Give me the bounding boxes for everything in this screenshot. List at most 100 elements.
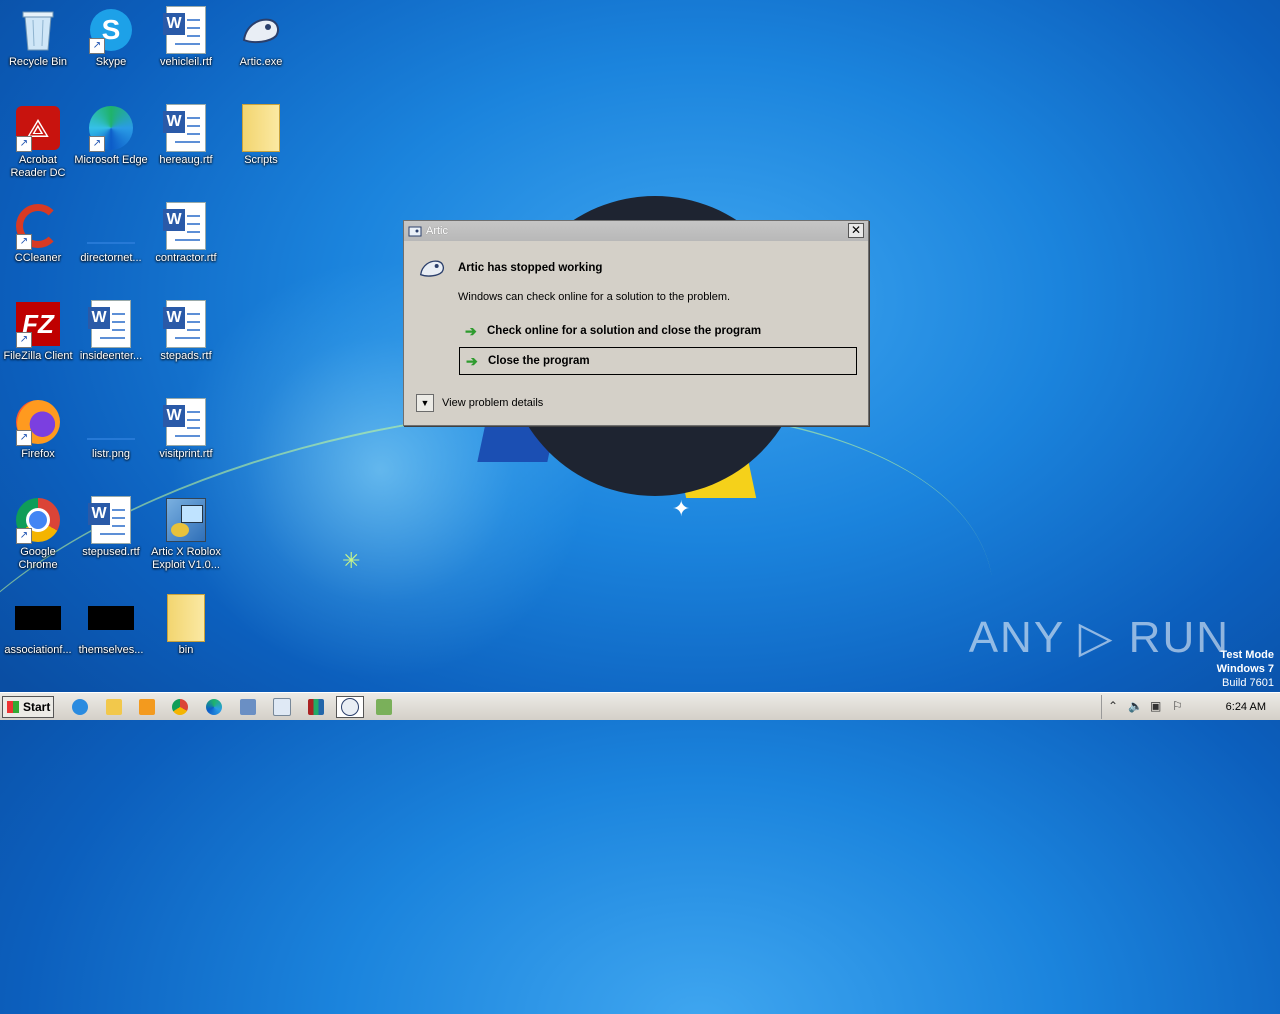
acrobat-icon: ⟁ ↗: [14, 104, 62, 152]
folder-icon: [162, 594, 210, 642]
taskbar: Start ⌃ 🔈 ▣ ⚐ 6:24 AM: [0, 692, 1280, 720]
check-online-label: Check online for a solution and close th…: [487, 325, 762, 337]
network-icon[interactable]: ▣: [1150, 699, 1161, 713]
close-program-option[interactable]: ➔ Close the program: [459, 347, 857, 375]
desktop-icon-insideenter[interactable]: W insideenter...: [73, 300, 149, 363]
desktop-icon-hereaug-rtf[interactable]: W hereaug.rtf: [148, 104, 224, 167]
notepad-icon: [273, 698, 291, 716]
build-label: Build 7601: [1222, 677, 1274, 689]
recycle-bin-icon: [14, 6, 62, 54]
action-center-flag-icon[interactable]: ⚐: [1172, 699, 1183, 713]
dialog-heading: Artic has stopped working: [458, 262, 603, 274]
taskbar-media-player[interactable]: [133, 696, 161, 718]
clock[interactable]: 6:24 AM: [1226, 701, 1266, 713]
check-online-option[interactable]: ➔ Check online for a solution and close …: [459, 317, 857, 345]
windows-logo-icon: [7, 701, 19, 713]
show-hidden-icons-icon[interactable]: ⌃: [1108, 699, 1118, 713]
desktop-icon-skype[interactable]: S ↗ Skype: [73, 6, 149, 69]
close-button[interactable]: ✕: [848, 223, 864, 238]
word-document-icon: W: [162, 300, 210, 348]
internet-explorer-icon: [72, 699, 88, 715]
folder-icon: [106, 699, 122, 715]
chevron-down-icon: ▼: [416, 394, 434, 412]
desktop-icon-google-chrome[interactable]: ↗ Google Chrome: [0, 496, 76, 572]
taskbar-internet-explorer[interactable]: [66, 696, 94, 718]
desktop-icon-filezilla[interactable]: FZ ↗ FileZilla Client: [0, 300, 76, 363]
green-arrow-icon: ➔: [466, 352, 478, 369]
desktop-icon-stepads-rtf[interactable]: W stepads.rtf: [148, 300, 224, 363]
desktop-icon-acrobat-reader[interactable]: ⟁ ↗ Acrobat Reader DC: [0, 104, 76, 180]
os-label: Windows 7: [1216, 663, 1274, 675]
taskbar-edge[interactable]: [200, 696, 228, 718]
chrome-icon: [172, 699, 188, 715]
taskbar-notepad[interactable]: [268, 696, 296, 718]
test-mode-label: Test Mode: [1220, 649, 1274, 661]
word-document-icon: W: [162, 104, 210, 152]
desktop-icon-stepused-rtf[interactable]: W stepused.rtf: [73, 496, 149, 559]
dialog-description: Windows can check online for a solution …: [458, 291, 731, 303]
ccleaner-icon: ↗: [14, 202, 62, 250]
desktop-icon-themselves[interactable]: themselves...: [73, 594, 149, 657]
volume-icon[interactable]: 🔈: [1128, 699, 1143, 713]
desktop-icon-firefox[interactable]: ↗ Firefox: [0, 398, 76, 461]
word-document-icon: W: [162, 6, 210, 54]
word-document-icon: W: [87, 496, 135, 544]
filezilla-icon: FZ ↗: [14, 300, 62, 348]
winrar-icon: [308, 699, 324, 715]
taskbar-explorer[interactable]: [100, 696, 128, 718]
desktop-icon-directornet[interactable]: directornet...: [73, 202, 149, 265]
file-icon: [14, 594, 62, 642]
close-program-label: Close the program: [488, 355, 590, 367]
skype-icon: S ↗: [87, 6, 135, 54]
word-document-icon: W: [162, 398, 210, 446]
system-tray: ⌃ 🔈 ▣ ⚐ 6:24 AM: [1101, 695, 1280, 719]
desktop-icon-ccleaner[interactable]: ↗ CCleaner: [0, 202, 76, 265]
media-player-icon: [139, 699, 155, 715]
folder-icon: [237, 104, 285, 152]
desktop-icon-associationf[interactable]: associationf...: [0, 594, 76, 657]
start-label: Start: [23, 700, 51, 714]
installer-icon: [240, 699, 256, 715]
taskbar-chrome[interactable]: [166, 696, 194, 718]
word-document-icon: W: [87, 300, 135, 348]
desktop-icon-vehicleil-rtf[interactable]: W vehicleil.rtf: [148, 6, 224, 69]
desktop-icon-microsoft-edge[interactable]: ↗ Microsoft Edge: [73, 104, 149, 167]
dialog-title-bar[interactable]: Artic ✕: [404, 221, 868, 241]
edge-icon: ↗: [87, 104, 135, 152]
artic-app-icon: [237, 6, 285, 54]
start-button[interactable]: Start: [2, 696, 54, 718]
file-icon: [87, 594, 135, 642]
error-dialog: Artic ✕ Artic has stopped working Window…: [403, 220, 869, 426]
desktop-icon-artic-exe[interactable]: Artic.exe: [223, 6, 299, 69]
dialog-title: Artic: [426, 225, 448, 237]
artic-app-icon: [341, 698, 359, 716]
installer-icon: [162, 496, 210, 544]
desktop-icon-scripts-folder[interactable]: Scripts: [223, 104, 299, 167]
view-problem-details-toggle[interactable]: ▼ View problem details: [416, 394, 543, 412]
error-report-icon: [376, 699, 392, 715]
desktop-icon-visitprint-rtf[interactable]: W visitprint.rtf: [148, 398, 224, 461]
edge-icon: [206, 699, 222, 715]
word-document-icon: W: [162, 202, 210, 250]
taskbar-installer[interactable]: [234, 696, 262, 718]
desktop-icon-listr-png[interactable]: listr.png: [73, 398, 149, 461]
anyrun-watermark: ANY ▷ RUN: [968, 613, 1230, 662]
taskbar-artic[interactable]: [336, 696, 364, 718]
taskbar-error-reporting[interactable]: [370, 696, 398, 718]
desktop-icon-recycle-bin[interactable]: Recycle Bin: [0, 6, 76, 69]
firefox-icon: ↗: [14, 398, 62, 446]
chrome-icon: ↗: [14, 496, 62, 544]
file-icon: [87, 202, 135, 250]
image-file-icon: [87, 398, 135, 446]
desktop-icon-bin-folder[interactable]: bin: [148, 594, 224, 657]
artic-app-icon: [419, 260, 444, 277]
desktop-icon-artic-x-roblox[interactable]: Artic X Roblox Exploit V1.0...: [148, 496, 224, 572]
sparkle-icon: ✳: [342, 548, 361, 573]
view-problem-details-label: View problem details: [442, 397, 544, 409]
taskbar-winrar[interactable]: [302, 696, 330, 718]
artic-app-icon: [408, 226, 422, 237]
green-arrow-icon: ➔: [465, 322, 477, 339]
desktop-icon-contractor-rtf[interactable]: W contractor.rtf: [148, 202, 224, 265]
sparkle-icon: ✦: [672, 496, 691, 521]
test-mode-notice: Test Mode Windows 7 Build 7601: [1217, 648, 1274, 690]
